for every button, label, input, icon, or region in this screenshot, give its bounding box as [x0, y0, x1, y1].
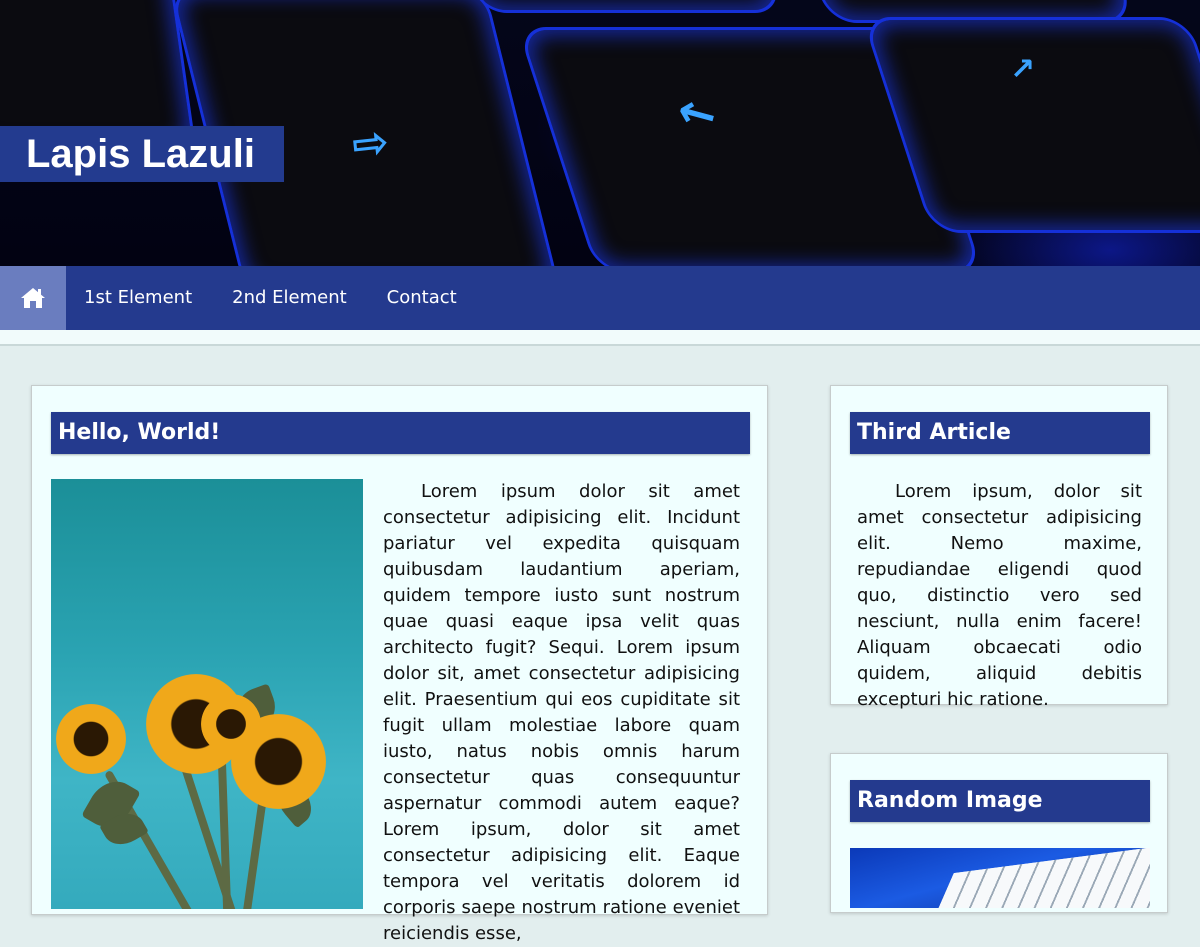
nav-divider	[0, 330, 1200, 346]
main-article-title: Hello, World!	[51, 412, 750, 454]
main-navigation: 1st Element 2nd Element Contact	[0, 266, 1200, 330]
nav-item-1st-element[interactable]: 1st Element	[66, 266, 212, 330]
nav-item-contact[interactable]: Contact	[367, 266, 477, 330]
main-article-card: Hello, World! Lorem ipsum dolor sit amet…	[31, 385, 768, 944]
third-article-card: Third Article Lorem ipsum, dolor sit ame…	[830, 385, 1168, 710]
third-article-body: Lorem ipsum, dolor sit amet consectetur …	[857, 481, 1142, 710]
main-article-body: Lorem ipsum dolor sit amet consectetur a…	[383, 481, 740, 944]
home-icon	[21, 288, 45, 308]
random-image	[850, 848, 1150, 908]
random-image-card: Random Image	[830, 753, 1168, 913]
random-image-title: Random Image	[850, 780, 1150, 822]
sunflowers-image	[51, 479, 363, 909]
home-nav-button[interactable]	[0, 266, 66, 330]
nav-item-2nd-element[interactable]: 2nd Element	[212, 266, 367, 330]
third-article-title: Third Article	[850, 412, 1150, 454]
hero-banner: ⇨ ↖ ↗ Lapis Lazuli	[0, 0, 1200, 266]
site-title: Lapis Lazuli	[0, 126, 284, 182]
